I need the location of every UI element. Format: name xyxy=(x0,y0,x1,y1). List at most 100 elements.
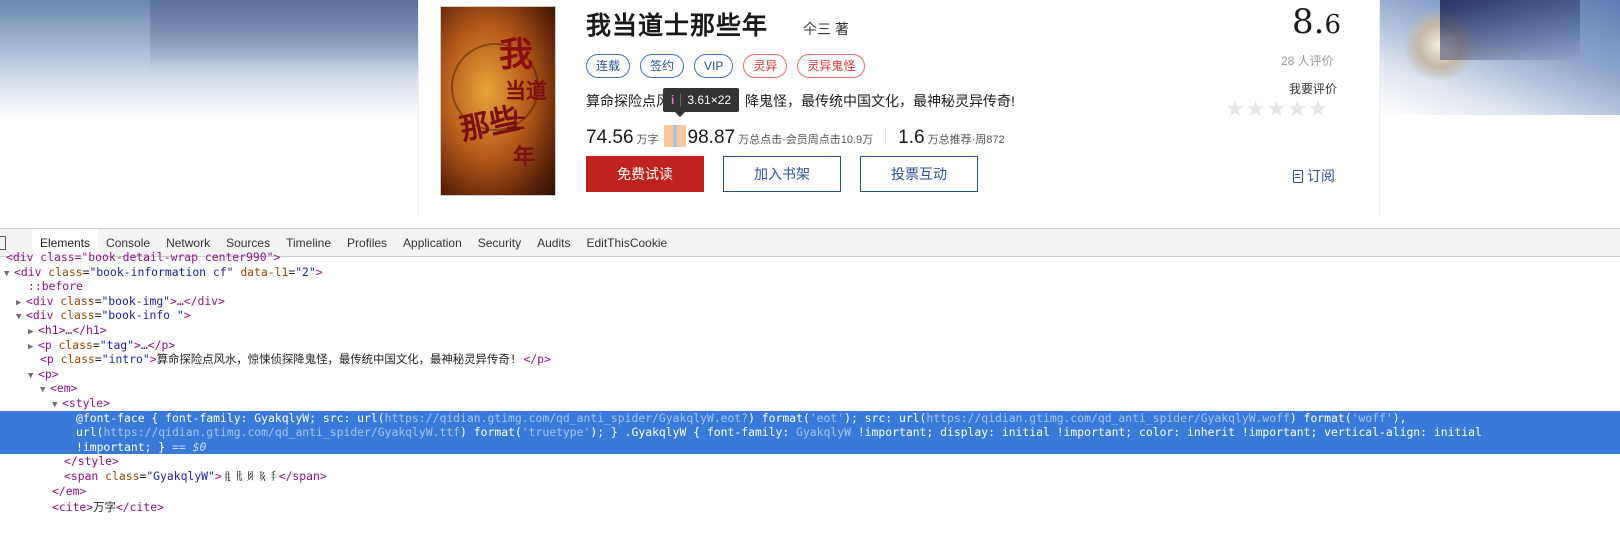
node-tag: <p> xyxy=(38,366,59,381)
node-attr-value: "book-img" xyxy=(101,293,171,308)
rating-score-integer: 8. xyxy=(1292,2,1325,42)
cover-title-char-1: 我 xyxy=(499,35,533,75)
node-text: 算命探险点风水，惊悚侦探降鬼怪，最传统中国文化，最神秘灵异传奇! xyxy=(156,352,524,367)
banner-background-right xyxy=(1380,0,1620,115)
node-tag: <h1>…</h1> xyxy=(38,322,107,337)
star-icon[interactable]: ★ xyxy=(1287,98,1307,120)
banner-background-left xyxy=(0,0,420,120)
star-icon[interactable]: ★ xyxy=(1308,98,1328,120)
dom-node[interactable]: <p class="intro">算命探险点风水，惊悚侦探降鬼怪，最传统中国文化… xyxy=(0,352,1620,367)
book-stats: 74.56 万字 98.87 万总点击·会员周点击10.9万 1.6 万总推荐·… xyxy=(586,121,1005,149)
node-attr: class xyxy=(60,293,95,308)
dom-node[interactable]: ▼ <style> xyxy=(0,396,1620,411)
book-author[interactable]: 仐三 著 xyxy=(803,19,849,39)
rate-label: 我要评价 xyxy=(1289,82,1338,96)
recommend-count-unit: 万总推荐·周872 xyxy=(927,134,1005,146)
css-text: ); } .GyakqlyW { font-family: xyxy=(590,425,797,440)
intro-text-left: 算命探险点风 xyxy=(586,93,670,109)
tag-vip[interactable]: VIP xyxy=(694,54,734,78)
node-attr-value: "book-information cf" xyxy=(89,264,234,279)
pseudo-element: ::before xyxy=(28,279,83,294)
word-count: 74.56 xyxy=(586,127,634,148)
css-string: 'woff' xyxy=(1351,410,1393,425)
dom-node[interactable]: ▼ <em> xyxy=(0,381,1620,396)
recommend-count: 1.6 xyxy=(898,127,925,148)
book-detail-page: 我 当道士 那些 年 我当道士那些年 仐三 著 连载 签约 VIP 灵异 灵异鬼… xyxy=(0,0,1620,234)
css-text: ), xyxy=(1392,410,1407,425)
subscribe-link[interactable]: 订阅 xyxy=(1293,166,1335,186)
dom-node[interactable]: <span class="GyakqlyW">𘢀𘢁𘢂𘢃𘢄</span> xyxy=(0,469,1620,484)
dom-node[interactable]: <cite>万字</cite> xyxy=(0,500,1620,515)
dom-node[interactable]: ▶ <div class="book-img">…</div> xyxy=(0,294,1620,309)
dom-node[interactable]: ▼ <div class="book-information cf" data-l… xyxy=(0,265,1620,280)
add-to-shelf-button[interactable]: 加入书架 xyxy=(723,156,841,192)
dom-node[interactable]: </em> xyxy=(0,484,1620,499)
inspected-element-highlight xyxy=(663,125,686,147)
device-toolbar-icon[interactable] xyxy=(0,235,6,250)
node-attr-value: "2" xyxy=(295,264,316,279)
node-tag: <style> xyxy=(62,395,111,410)
dom-node-selected[interactable]: @font-face { font-family: GyakqlyW; src:… xyxy=(0,410,1620,455)
dom-node[interactable]: ▶ <p class="tag">…</p> xyxy=(0,338,1620,353)
node-attr: data-l1 xyxy=(240,264,289,279)
tooltip-dimensions: 3.61×22 xyxy=(687,93,732,107)
css-string: 'eot' xyxy=(809,410,845,425)
node-tag: </em> xyxy=(52,483,87,498)
dom-node[interactable]: ▼ <p> xyxy=(0,367,1620,382)
book-title: 我当道士那些年 xyxy=(586,12,769,40)
info-icon: i xyxy=(671,93,675,107)
click-count: 98.87 xyxy=(687,127,736,148)
dom-node[interactable]: ▼ <div class="book-info "> xyxy=(0,308,1620,323)
node-tag: </style> xyxy=(64,454,119,469)
cover-title-char-4: 年 xyxy=(513,144,536,170)
css-text: !important; display: initial !important;… xyxy=(850,425,1482,440)
stats-divider xyxy=(885,129,887,143)
star-icon[interactable]: ★ xyxy=(1266,98,1286,120)
rating-count: 28 人评价 xyxy=(1281,54,1334,68)
click-count-unit: 万总点击·会员周点击10.9万 xyxy=(738,134,874,146)
book-cover-image[interactable]: 我 当道士 那些 年 xyxy=(440,6,556,196)
tooltip-separator xyxy=(680,93,682,107)
tag-subcategory[interactable]: 灵异鬼怪 xyxy=(797,54,866,78)
css-text: !important; } xyxy=(76,439,166,454)
document-icon xyxy=(1293,169,1303,183)
dom-node[interactable]: </style> xyxy=(0,454,1620,469)
rating-score-decimal: 6 xyxy=(1324,10,1341,40)
screen: 我 当道士 那些 年 我当道士那些年 仐三 著 连载 签约 VIP 灵异 灵异鬼… xyxy=(0,0,1620,539)
tag-serializing[interactable]: 连载 xyxy=(586,54,631,78)
rating-score: 8.6 xyxy=(1292,2,1341,42)
vote-button[interactable]: 投票互动 xyxy=(860,156,978,192)
inspect-tooltip: i 3.61×22 xyxy=(663,88,740,117)
css-text: @font-face { font-family: GyakqlyW; src:… xyxy=(76,410,385,425)
css-text: ) format( xyxy=(1289,410,1352,425)
css-text: ) format( xyxy=(460,425,522,440)
console-ref: == $0 xyxy=(165,439,207,454)
css-url: https://qidian.gtimg.com/qd_anti_spider/… xyxy=(926,410,1290,425)
free-read-button[interactable]: 免费试读 xyxy=(586,156,704,192)
book-tags: 连载 签约 VIP 灵异 灵异鬼怪 xyxy=(586,54,866,78)
word-count-unit: 万字 xyxy=(636,134,659,146)
css-url: https://qidian.gtimg.com/qd_anti_spider/… xyxy=(103,425,461,440)
star-icon[interactable]: ★ xyxy=(1246,98,1266,120)
node-attr: class xyxy=(48,264,83,279)
dom-node[interactable]: ::before xyxy=(0,279,1620,294)
action-buttons: 免费试读 加入书架 投票互动 xyxy=(586,156,978,192)
css-text: ); src: url( xyxy=(844,410,927,425)
dom-node[interactable]: <div class="book-detail-wrap center990"> xyxy=(0,250,1620,265)
node-attr-value: "GyakqlyW" xyxy=(146,468,215,483)
node-tag: <em> xyxy=(50,381,78,396)
node-text: 万字 xyxy=(93,500,116,515)
tag-signed[interactable]: 签约 xyxy=(640,54,685,78)
css-url: https://qidian.gtimg.com/qd_anti_spider/… xyxy=(384,410,749,425)
dom-node[interactable]: ▶ <h1>…</h1> xyxy=(0,323,1620,338)
book-intro: 算命探险点风 降鬼怪，最传统中国文化，最神秘灵异传奇! xyxy=(586,91,1015,111)
tag-category[interactable]: 灵异 xyxy=(743,54,788,78)
node-attr-value: "intro" xyxy=(101,352,150,367)
rating-stars[interactable]: ★ ★ ★ ★ ★ xyxy=(1225,98,1328,120)
node-tag: <div xyxy=(14,264,42,279)
star-icon[interactable]: ★ xyxy=(1225,98,1245,120)
node-attr-value: "tag" xyxy=(99,337,135,352)
css-text: url( xyxy=(76,425,104,440)
devtools-panel: Elements Console Network Sources Timelin… xyxy=(0,228,1620,539)
node-text: <div class="book-detail-wrap center990"> xyxy=(6,250,281,264)
